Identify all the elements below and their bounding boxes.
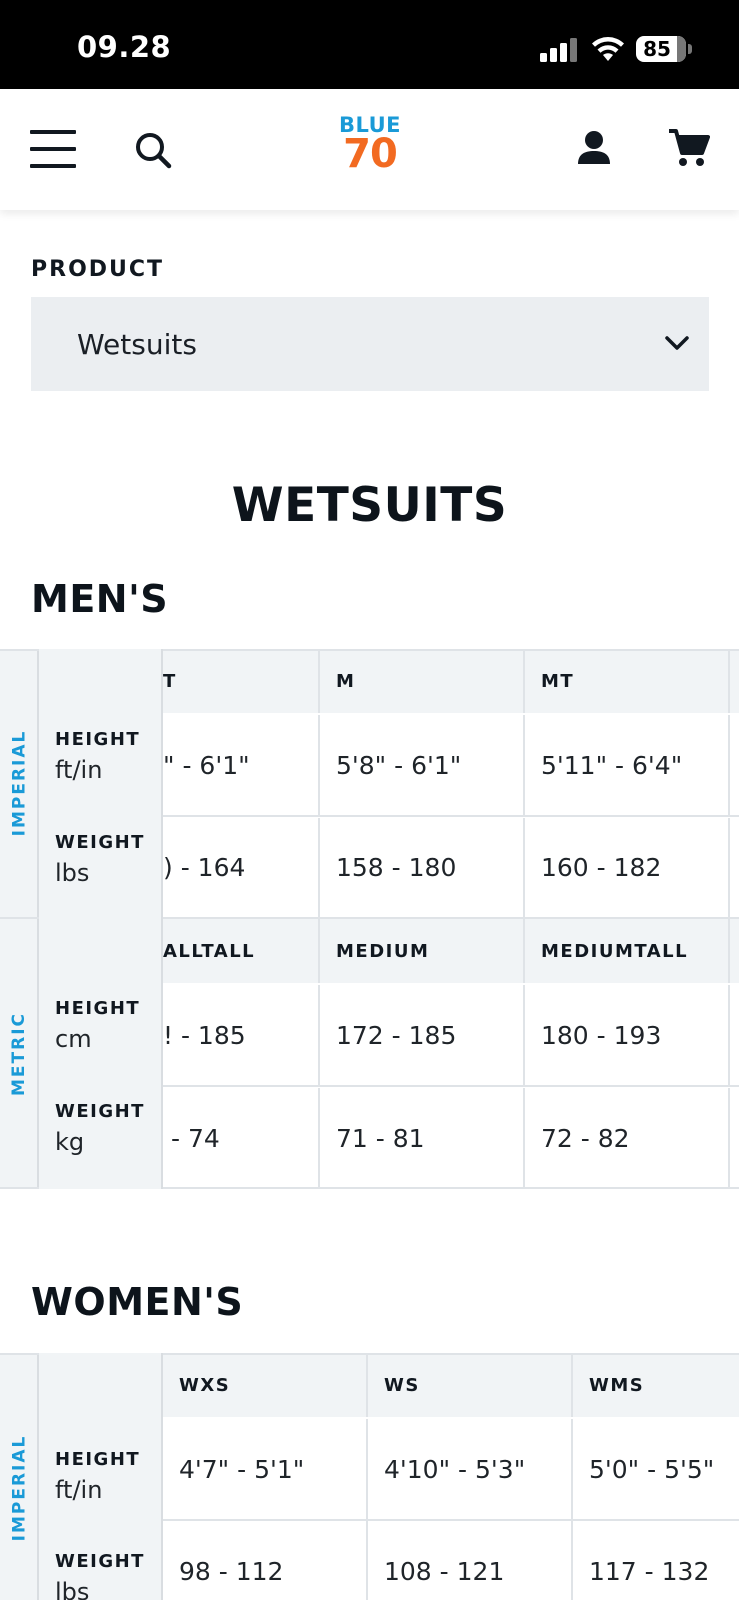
row-label-height-metric: HEIGHT cm <box>55 998 141 1053</box>
product-select[interactable]: Wetsuits <box>31 297 709 391</box>
table-cell: 71 - 81 <box>320 1088 525 1189</box>
table-cell: 172 - 185 <box>320 985 525 1086</box>
row-label-weight-metric: WEIGHT kg <box>55 1101 145 1156</box>
table-cell: ) - 164 <box>163 818 320 917</box>
row-divider <box>163 1085 739 1087</box>
unit-label-metric: METRIC <box>9 1011 30 1097</box>
table-cell: 160 - 182 <box>525 818 730 917</box>
table-cell: 108 - 121 <box>368 1521 573 1600</box>
product-select-value: Wetsuits <box>77 328 197 361</box>
table-cell: 4'7" - 5'1" <box>163 1419 368 1519</box>
unit-label-imperial: IMPERIAL <box>9 729 30 837</box>
brand-logo[interactable]: BLUE 70 <box>323 114 417 180</box>
search-icon[interactable] <box>134 131 172 169</box>
table-cell: 117 - 132 <box>573 1521 739 1600</box>
mens-data-area: T M MT " - 6'1" 5'8" - 6'1" 5'11" - 6'4"… <box>163 649 739 1189</box>
user-icon[interactable] <box>577 130 611 166</box>
logo-orange-text: 70 <box>343 131 398 177</box>
table-cell: " - 6'1" <box>163 715 320 816</box>
status-bar: 09.28 85 <box>0 0 739 89</box>
size-header: MEDIUMTALL <box>525 919 730 983</box>
unit-label-imperial: IMPERIAL <box>9 1434 30 1542</box>
table-cell: 180 - 193 <box>525 985 730 1086</box>
row-label-height-imperial: HEIGHT ft/in <box>55 1449 141 1504</box>
wifi-icon <box>592 37 624 61</box>
battery-icon: 85 <box>636 36 692 62</box>
battery-level: 85 <box>643 37 671 61</box>
signal-icon <box>540 38 578 62</box>
row-label-column: HEIGHT ft/in WEIGHT lbs <box>39 1353 163 1600</box>
row-label-weight-imperial: WEIGHT lbs <box>55 832 145 887</box>
row-label-height-imperial: HEIGHT ft/in <box>55 729 141 784</box>
size-header: ALLTALL <box>163 919 320 983</box>
status-time: 09.28 <box>77 30 172 64</box>
womens-section-title: WOMEN'S <box>31 1280 244 1324</box>
cart-icon[interactable] <box>668 128 710 168</box>
size-header: WMS <box>573 1353 739 1417</box>
unit-column: IMPERIAL METRIC <box>0 649 39 1189</box>
size-header: T <box>163 649 320 713</box>
product-label: PRODUCT <box>31 257 165 282</box>
size-header: WS <box>368 1353 573 1417</box>
table-cell: 5'8" - 6'1" <box>320 715 525 816</box>
table-cell: ! - 185 <box>163 985 320 1086</box>
table-cell: 5'0" - 5'5" <box>573 1419 739 1519</box>
mens-size-table: IMPERIAL METRIC HEIGHT ft/in WEIGHT lbs … <box>0 649 739 1189</box>
unit-column: IMPERIAL <box>0 1353 39 1600</box>
row-divider <box>163 815 739 817</box>
size-header: MT <box>525 649 730 713</box>
size-header: WXS <box>163 1353 368 1417</box>
size-header: MEDIUM <box>320 919 525 983</box>
table-cell: 98 - 112 <box>163 1521 368 1600</box>
mens-section-title: MEN'S <box>31 577 169 621</box>
row-label-column: HEIGHT ft/in WEIGHT lbs HEIGHT cm WEIGHT… <box>39 649 163 1189</box>
chevron-down-icon <box>665 336 689 350</box>
womens-size-table: IMPERIAL HEIGHT ft/in WEIGHT lbs WXS WS … <box>0 1353 739 1600</box>
page-title: WETSUITS <box>231 478 508 533</box>
row-divider <box>163 1519 739 1521</box>
table-cell: - 74 <box>163 1088 320 1189</box>
row-label-weight-imperial: WEIGHT lbs <box>55 1551 145 1600</box>
size-header: M <box>320 649 525 713</box>
table-cell: 158 - 180 <box>320 818 525 917</box>
site-header: BLUE 70 <box>0 89 739 210</box>
womens-data-area: WXS WS WMS 4'7" - 5'1" 4'10" - 5'3" 5'0"… <box>163 1353 739 1600</box>
table-cell: 4'10" - 5'3" <box>368 1419 573 1519</box>
table-cell: 72 - 82 <box>525 1088 730 1189</box>
table-cell: 5'11" - 6'4" <box>525 715 730 816</box>
menu-icon[interactable] <box>30 130 76 168</box>
